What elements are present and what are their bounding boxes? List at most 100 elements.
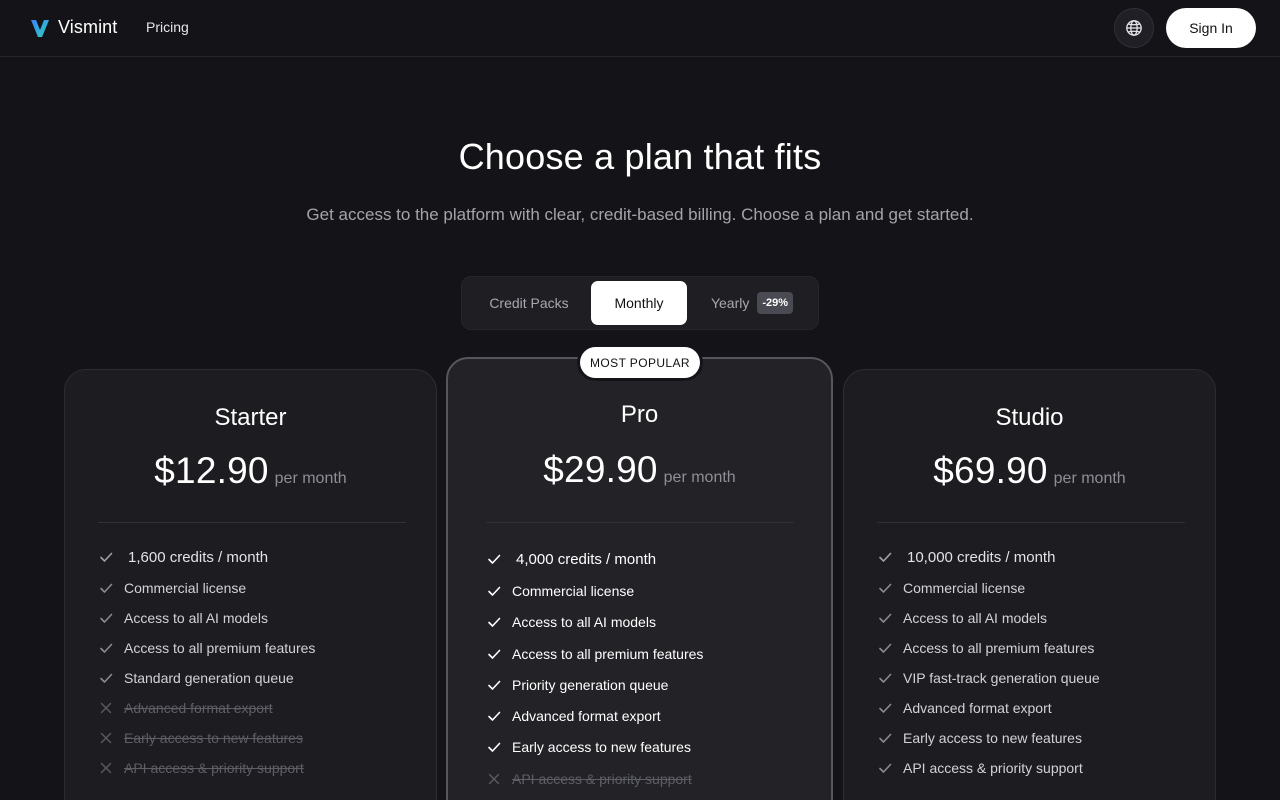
globe-icon [1126, 20, 1142, 36]
feature-text: Early access to new features [903, 730, 1082, 746]
feature-item-excluded: API access & priority support [486, 769, 703, 789]
feature-item-included: 1,600 credits / month [98, 547, 315, 567]
feature-text: API access & priority support [903, 760, 1083, 776]
plan-card-studio: Studio $69.90 per month 10,000 credits /… [843, 369, 1216, 800]
feature-text: Early access to new features [512, 739, 691, 756]
plan-period: per month [274, 470, 347, 487]
divider [877, 522, 1185, 523]
check-icon [486, 646, 502, 662]
plan-card-pro: Pro $29.90 per month 4,000 credits / mon… [446, 357, 833, 800]
plan-name: Starter [214, 404, 287, 431]
plan-price: $29.90 [543, 449, 658, 490]
feature-text: Priority generation queue [512, 676, 669, 693]
cross-icon [98, 760, 114, 776]
feature-list: 4,000 credits / month Commercial license A… [486, 549, 703, 800]
feature-item-included: Access to all AI models [98, 608, 315, 628]
feature-item-included: VIP fast-track generation queue [877, 668, 1100, 688]
check-icon [486, 583, 502, 599]
feature-text: VIP fast-track generation queue [903, 670, 1100, 686]
check-icon [486, 739, 502, 755]
most-popular-badge: MOST POPULAR [580, 347, 700, 378]
logo-text: Vismint [58, 17, 118, 37]
check-icon [877, 610, 893, 626]
feature-item-included: Access to all premium features [98, 638, 315, 658]
feature-item-included: Access to all premium features [486, 644, 703, 664]
check-icon [98, 580, 114, 596]
price-row: $29.90 per month [448, 449, 831, 491]
language-button[interactable] [1114, 8, 1154, 48]
nav-pricing-link[interactable]: Pricing [146, 19, 189, 35]
feature-text: 1,600 credits / month [128, 548, 269, 566]
check-icon [877, 730, 893, 746]
plan-period: per month [1053, 470, 1126, 487]
feature-text: API access & priority support [124, 760, 304, 776]
cross-icon [98, 730, 114, 746]
feature-list: 10,000 credits / month Commercial license… [877, 547, 1100, 788]
check-icon [877, 700, 893, 716]
feature-text: Advanced format export [903, 700, 1052, 716]
check-icon [98, 549, 114, 565]
check-icon [486, 708, 502, 724]
plan-card-starter: Starter $12.90 per month 1,600 credits /… [64, 369, 437, 800]
billing-period-toggle: Credit Packs Monthly Yearly -29% [461, 276, 819, 330]
feature-item-included: Access to all AI models [486, 612, 703, 632]
feature-text: 4,000 credits / month [516, 550, 657, 568]
feature-item-included: Commercial license [877, 578, 1100, 598]
feature-item-included: 10,000 credits / month [877, 547, 1100, 567]
page-subtitle: Get access to the platform with clear, c… [306, 205, 974, 224]
check-icon [98, 640, 114, 656]
page-title: Choose a plan that fits [458, 136, 822, 177]
yearly-discount-badge: -29% [757, 292, 794, 314]
feature-item-included: Advanced format export [486, 706, 703, 726]
logo[interactable]: Vismint [30, 17, 117, 38]
plan-name: Studio [995, 404, 1064, 431]
feature-text: Access to all AI models [512, 614, 656, 631]
plan-price: $69.90 [933, 450, 1048, 491]
vismint-logo-icon [31, 19, 49, 37]
check-icon [486, 614, 502, 630]
feature-item-excluded: Early access to new features [98, 728, 315, 748]
feature-text: Commercial license [903, 580, 1026, 596]
top-navigation-bar: Vismint Pricing Sign In [0, 0, 1280, 57]
feature-text: Access to all premium features [903, 640, 1095, 656]
tab-monthly[interactable]: Monthly [591, 281, 687, 325]
check-icon [98, 670, 114, 686]
check-icon [877, 549, 893, 565]
tab-yearly[interactable]: Yearly -29% [696, 281, 808, 325]
feature-item-included: Early access to new features [486, 737, 703, 757]
feature-text: API access & priority support [512, 770, 692, 787]
feature-text: Access to all premium features [512, 645, 704, 662]
feature-item-included: 4,000 credits / month [486, 549, 703, 569]
feature-item-included: Access to all AI models [877, 608, 1100, 628]
feature-item-included: Commercial license [486, 581, 703, 601]
feature-item-included: Standard generation queue [98, 668, 315, 688]
feature-text: Standard generation queue [124, 670, 294, 686]
tab-yearly-label: Yearly [710, 295, 750, 311]
feature-item-included: Priority generation queue [486, 675, 703, 695]
check-icon [486, 551, 502, 567]
feature-text: Early access to new features [124, 730, 303, 746]
feature-text: 10,000 credits / month [907, 548, 1056, 566]
feature-text: Access to all AI models [903, 610, 1047, 626]
feature-text: Advanced format export [124, 700, 273, 716]
feature-item-included: API access & priority support [877, 758, 1100, 778]
feature-item-included: Early access to new features [877, 728, 1100, 748]
plan-name: Pro [620, 401, 659, 428]
check-icon [877, 640, 893, 656]
check-icon [877, 670, 893, 686]
check-icon [486, 677, 502, 693]
tab-credit-packs[interactable]: Credit Packs [468, 281, 590, 325]
feature-text: Commercial license [512, 583, 635, 599]
price-row: $12.90 per month [65, 450, 436, 492]
divider [98, 522, 406, 523]
feature-item-included: Commercial license [98, 578, 315, 598]
feature-item-included: Advanced format export [877, 698, 1100, 718]
feature-item-included: Access to all premium features [877, 638, 1100, 658]
sign-in-button[interactable]: Sign In [1166, 8, 1256, 48]
feature-text: Access to all AI models [124, 610, 268, 626]
check-icon [98, 610, 114, 626]
check-icon [877, 580, 893, 596]
plan-price: $12.90 [154, 450, 269, 491]
feature-text: Commercial license [124, 580, 247, 596]
feature-item-excluded: Advanced format export [98, 698, 315, 718]
